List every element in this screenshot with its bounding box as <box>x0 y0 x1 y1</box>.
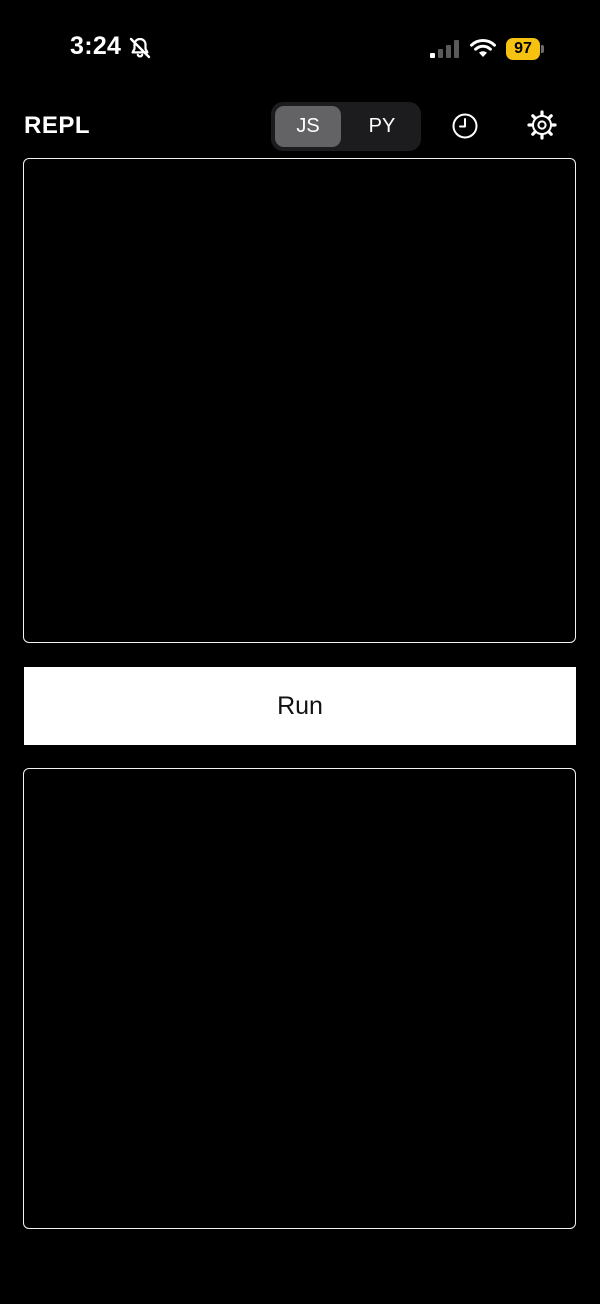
wifi-icon <box>470 39 496 57</box>
language-option-py[interactable]: PY <box>347 106 417 147</box>
battery-icon: 97 <box>506 38 544 60</box>
battery-nub <box>541 45 544 53</box>
output-panel <box>23 768 576 1229</box>
status-bar: 3:24 97 <box>0 0 600 96</box>
bell-muted-icon <box>129 37 151 59</box>
page-title: REPL <box>24 112 91 139</box>
status-time: 3:24 <box>70 32 122 60</box>
code-editor[interactable] <box>23 158 576 643</box>
signal-icon <box>430 40 459 58</box>
battery-level: 97 <box>506 38 540 60</box>
language-toggle: JS PY <box>271 102 421 151</box>
history-icon[interactable] <box>451 112 479 140</box>
language-option-js[interactable]: JS <box>275 106 341 147</box>
run-button[interactable]: Run <box>24 667 576 745</box>
settings-icon[interactable] <box>527 110 557 140</box>
